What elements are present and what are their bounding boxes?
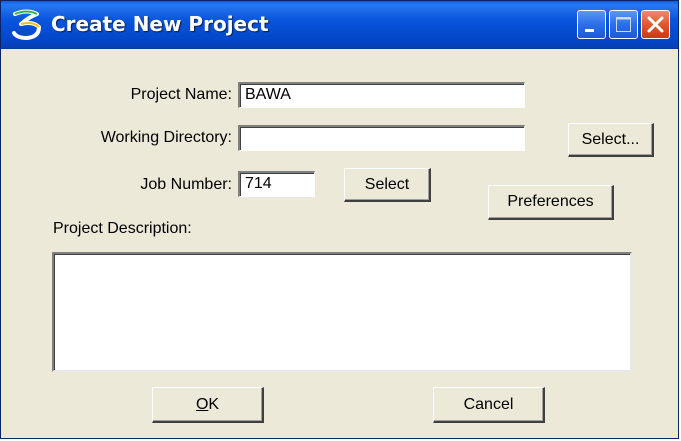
- minimize-icon: [585, 29, 594, 32]
- working-directory-input[interactable]: [238, 125, 525, 151]
- working-directory-label: Working Directory:: [100, 129, 232, 146]
- maximize-button[interactable]: [609, 10, 638, 39]
- job-number-label: Job Number:: [140, 176, 232, 193]
- ok-mnemonic: O: [195, 396, 209, 413]
- close-button[interactable]: [641, 10, 670, 39]
- maximize-icon: [616, 17, 631, 32]
- create-new-project-dialog: Create New Project Project Name: BAWA Wo…: [0, 0, 679, 439]
- project-name-input[interactable]: BAWA: [238, 82, 525, 108]
- microstation-s-icon: [12, 9, 41, 40]
- project-description-label: Project Description:: [53, 220, 192, 237]
- select-job-button[interactable]: Select: [344, 168, 431, 202]
- ok-label-rest: K: [208, 396, 220, 413]
- project-description-textarea[interactable]: [52, 252, 632, 372]
- title-bar[interactable]: Create New Project: [1, 1, 678, 49]
- select-directory-button[interactable]: Select...: [568, 123, 654, 157]
- minimize-button[interactable]: [577, 10, 606, 39]
- preferences-button[interactable]: Preferences: [488, 185, 614, 220]
- ok-button[interactable]: OK: [152, 387, 264, 423]
- window-title: Create New Project: [51, 12, 269, 36]
- job-number-input[interactable]: 714: [238, 171, 315, 197]
- project-name-label: Project Name:: [130, 86, 232, 103]
- close-icon: [647, 16, 664, 33]
- cancel-button[interactable]: Cancel: [433, 387, 545, 423]
